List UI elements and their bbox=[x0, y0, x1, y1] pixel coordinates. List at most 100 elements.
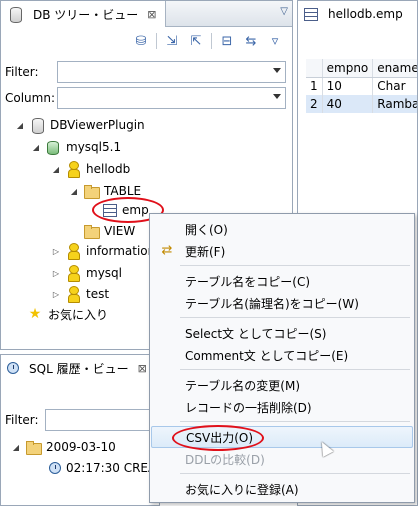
collapse-icon[interactable]: ◢ bbox=[11, 443, 21, 452]
menu-item-ddl-compare: DDLの比較(D) bbox=[151, 448, 413, 470]
column-label: Column: bbox=[5, 91, 55, 105]
editor-title: hellodb.emp bbox=[328, 7, 403, 21]
menu-item-label: テーブル名をコピー(C) bbox=[185, 274, 311, 289]
menu-item-label: レコードの一括削除(D) bbox=[185, 400, 312, 415]
tree-node-favorites[interactable]: ★ お気に入り bbox=[27, 304, 108, 324]
table-icon bbox=[304, 7, 318, 21]
table-cell[interactable]: Char bbox=[372, 77, 417, 95]
close-icon[interactable]: ⊠ bbox=[147, 8, 156, 21]
table-cell[interactable]: 10 bbox=[322, 77, 374, 95]
history-date: 2009-03-10 bbox=[46, 440, 116, 454]
history-date-node[interactable]: ◢ 2009-03-10 bbox=[11, 439, 116, 455]
menu-item-label: Select文 としてコピー(S) bbox=[185, 326, 327, 341]
history-entry[interactable]: 02:17:30 CREA bbox=[49, 461, 156, 475]
grid-header-row: empno ename bbox=[306, 59, 417, 78]
database-icon bbox=[7, 6, 23, 23]
menu-item-copy-table-name[interactable]: テーブル名をコピー(C) bbox=[151, 270, 413, 292]
expand-icon[interactable]: ▷ bbox=[51, 290, 61, 299]
connection-icon bbox=[45, 139, 61, 155]
menu-item-delete-records[interactable]: レコードの一括削除(D) bbox=[151, 396, 413, 418]
tree-node-label: information bbox=[86, 244, 156, 258]
folder-icon bbox=[83, 183, 100, 199]
collapse-all-icon[interactable]: ⊟ bbox=[218, 32, 236, 50]
menu-item-label: 更新(F) bbox=[185, 244, 226, 259]
chevron-down-icon[interactable]: ▿ bbox=[266, 32, 284, 50]
filter-label: Filter: bbox=[5, 413, 39, 427]
toolbar-separator bbox=[156, 33, 157, 49]
folder-icon bbox=[25, 439, 42, 455]
tree-node-view-folder[interactable]: VIEW bbox=[83, 221, 135, 241]
menu-item-refresh[interactable]: ⇄ 更新(F) bbox=[151, 240, 413, 262]
link-with-editor-icon[interactable]: ⇆ bbox=[242, 32, 260, 50]
view-menu-icon[interactable]: ▽ bbox=[280, 6, 288, 17]
menu-item-copy-logical-name[interactable]: テーブル名(論理名)をコピー(W) bbox=[151, 292, 413, 314]
tree-node-label: お気に入り bbox=[48, 307, 109, 322]
chevron-down-icon[interactable] bbox=[273, 94, 281, 99]
import-icon[interactable]: ⇲ bbox=[163, 32, 181, 50]
table-cell[interactable]: 40 bbox=[322, 95, 374, 113]
table-row[interactable]: 2 40 Ramba bbox=[306, 95, 417, 113]
collapse-icon[interactable]: ◢ bbox=[15, 121, 25, 130]
menu-item-open[interactable]: 開く(O) bbox=[151, 218, 413, 240]
collapse-icon[interactable]: ◢ bbox=[51, 165, 61, 174]
table-cell[interactable]: Ramba bbox=[372, 95, 417, 113]
menu-item-label: お気に入りに登録(A) bbox=[185, 482, 299, 497]
tree-node-label: TABLE bbox=[104, 184, 142, 198]
filter-combo[interactable] bbox=[57, 61, 286, 83]
schema-icon bbox=[65, 243, 81, 260]
schema-icon bbox=[65, 265, 81, 282]
collapse-icon[interactable]: ◢ bbox=[31, 143, 41, 152]
menu-separator bbox=[180, 421, 410, 422]
collapse-icon[interactable]: ◢ bbox=[69, 187, 79, 196]
column-combo[interactable] bbox=[57, 87, 286, 109]
menu-item-copy-comment[interactable]: Comment文 としてコピー(E) bbox=[151, 344, 413, 366]
filter-label: Filter: bbox=[5, 65, 39, 79]
sql-history-view: SQL 履歴・ビュー ⊠ Filter: ◢ 2009-03-10 02:17:… bbox=[0, 354, 160, 506]
column-header[interactable]: empno bbox=[322, 59, 374, 78]
editor-tab[interactable]: hellodb.emp bbox=[298, 1, 417, 27]
schema-icon bbox=[65, 286, 81, 303]
tree-node-label: mysql bbox=[86, 266, 122, 280]
export-icon[interactable]: ⇱ bbox=[187, 32, 205, 50]
clock-icon bbox=[49, 462, 61, 474]
menu-item-copy-select[interactable]: Select文 としてコピー(S) bbox=[151, 322, 413, 344]
tree-node-test[interactable]: ▷ test bbox=[51, 284, 109, 304]
close-icon[interactable]: ⊠ bbox=[138, 362, 147, 375]
menu-separator bbox=[180, 473, 410, 474]
tree-view-tab[interactable]: DB ツリー・ビュー ⊠ bbox=[1, 1, 166, 27]
menu-item-label: テーブル名の変更(M) bbox=[185, 378, 300, 393]
history-view-tabbar: SQL 履歴・ビュー ⊠ bbox=[1, 355, 159, 381]
menu-item-label: Comment文 としてコピー(E) bbox=[185, 348, 349, 363]
tree-node-label: mysql5.1 bbox=[66, 140, 122, 154]
menu-item-label: 開く(O) bbox=[185, 222, 228, 237]
tree-node-mysql[interactable]: ▷ mysql bbox=[51, 263, 122, 283]
editor-tabbar: hellodb.emp bbox=[298, 1, 417, 27]
database-icon[interactable]: ⛁ bbox=[132, 32, 150, 50]
tree-toolbar: ⛁ ⇲ ⇱ ⊟ ⇆ ▿ bbox=[132, 28, 292, 54]
folder-icon bbox=[83, 223, 100, 239]
tree-node-label: VIEW bbox=[104, 224, 136, 238]
menu-item-label: DDLの比較(D) bbox=[185, 452, 265, 467]
tree-node-label: hellodb bbox=[86, 162, 131, 176]
history-filter-input[interactable] bbox=[45, 409, 159, 431]
expand-icon[interactable]: ▷ bbox=[51, 247, 61, 256]
tree-view-tabbar: DB ツリー・ビュー ⊠ ▽ bbox=[1, 1, 292, 27]
result-grid: empno ename 1 10 Char 2 40 Ramba bbox=[306, 59, 417, 113]
table-row[interactable]: 1 10 Char bbox=[306, 77, 417, 95]
menu-separator bbox=[180, 265, 410, 266]
menu-item-rename-table[interactable]: テーブル名の変更(M) bbox=[151, 374, 413, 396]
tree-node-hellodb[interactable]: ◢ hellodb bbox=[51, 159, 130, 179]
tree-node-mysql51[interactable]: ◢ mysql5.1 bbox=[31, 137, 121, 157]
history-entry-text: 02:17:30 CREA bbox=[66, 461, 157, 475]
tree-node-information[interactable]: ▷ information bbox=[51, 241, 155, 261]
expand-icon[interactable]: ▷ bbox=[51, 269, 61, 278]
tree-node-dbviewerplugin[interactable]: ◢ DBViewerPlugin bbox=[15, 115, 145, 135]
tree-node-label: DBViewerPlugin bbox=[50, 118, 145, 132]
column-header[interactable] bbox=[306, 59, 323, 78]
history-view-title: SQL 履歴・ビュー bbox=[29, 361, 129, 376]
history-view-tab[interactable]: SQL 履歴・ビュー ⊠ bbox=[1, 355, 156, 381]
chevron-down-icon[interactable] bbox=[273, 68, 281, 73]
column-header[interactable]: ename bbox=[372, 59, 417, 78]
menu-item-add-favorite[interactable]: お気に入りに登録(A) bbox=[151, 478, 413, 500]
star-icon: ★ bbox=[28, 306, 42, 322]
